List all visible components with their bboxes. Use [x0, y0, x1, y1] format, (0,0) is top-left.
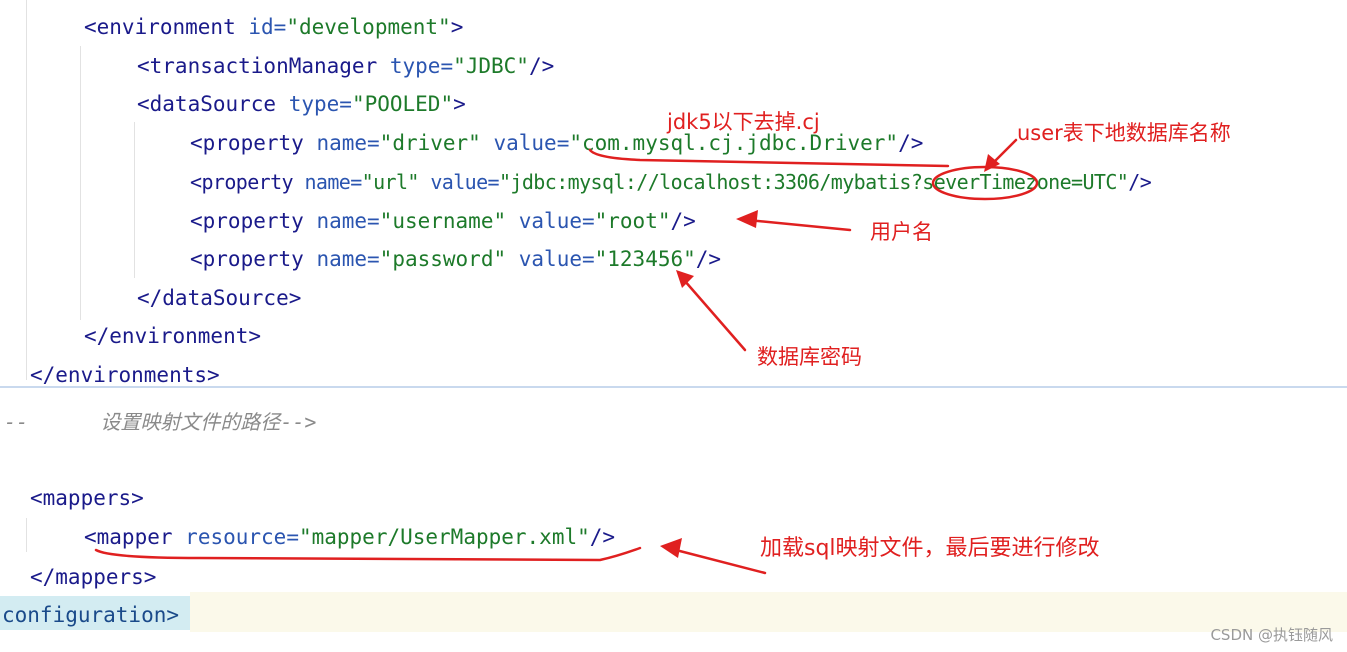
driver-underline [588, 148, 950, 168]
mapper-arrow-head [660, 538, 682, 558]
annotation-db-name: user表下地数据库名称 [1017, 121, 1231, 145]
username-arrow-head [736, 210, 758, 228]
annotation-overlay [94, 138, 1039, 575]
annotation-username: 用户名 [870, 220, 933, 244]
annotation-password: 数据库密码 [757, 345, 862, 369]
annotation-jdk5: jdk5以下去掉.cj [667, 110, 820, 134]
password-arrow-head [676, 270, 694, 288]
mapper-arrow-line [670, 547, 767, 575]
username-arrow-line [746, 218, 852, 232]
mybatis-circle [931, 165, 1039, 201]
csdn-watermark: CSDN @执钰随风 [1210, 626, 1333, 644]
annotation-mapper-note: 加载sql映射文件，最后要进行修改 [760, 536, 1100, 561]
mapper-underline [94, 546, 642, 562]
password-arrow-line [682, 278, 747, 352]
